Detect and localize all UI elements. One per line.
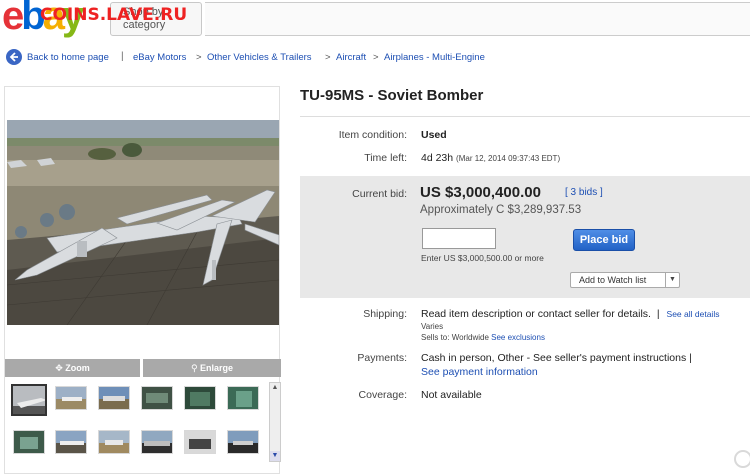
shipping-label: Shipping: bbox=[363, 308, 407, 320]
bid-count-link[interactable]: [ 3 bids ] bbox=[565, 187, 603, 198]
thumbnail[interactable] bbox=[13, 430, 45, 454]
thumbnail[interactable] bbox=[98, 430, 130, 454]
see-payment-information-link[interactable]: See payment information bbox=[421, 366, 538, 378]
thumbnail[interactable] bbox=[227, 430, 259, 454]
minimum-bid-note: Enter US $3,000,500.00 or more bbox=[421, 253, 544, 263]
bid-box: Current bid: US $3,000,400.00 [ 3 bids ]… bbox=[300, 176, 750, 298]
thumbnail-strip: ▲ ▼ bbox=[5, 380, 281, 474]
search-bar[interactable] bbox=[205, 2, 750, 36]
condition-label: Item condition: bbox=[338, 129, 407, 141]
payments-value: Cash in person, Other - See seller's pay… bbox=[421, 352, 692, 364]
zoom-icon: ✥ bbox=[55, 363, 63, 373]
time-left-value: 4d 23h (Mar 12, 2014 09:37:43 EDT) bbox=[421, 152, 561, 164]
shipping-value: Read item description or contact seller … bbox=[421, 308, 720, 320]
breadcrumb-arrow: > bbox=[373, 52, 379, 63]
watermark: COINS.LAVE.RU bbox=[40, 5, 188, 25]
shipping-varies: Varies bbox=[421, 322, 444, 331]
loading-spinner-icon bbox=[734, 450, 750, 468]
sells-to: Sells to: Worldwide See exclusions bbox=[421, 333, 545, 342]
thumbnail-scrollbar[interactable]: ▲ ▼ bbox=[269, 382, 281, 462]
chevron-down-icon[interactable]: ▼ bbox=[665, 273, 679, 287]
coverage-label: Coverage: bbox=[358, 389, 407, 401]
payments-label: Payments: bbox=[357, 352, 407, 364]
current-bid-price: US $3,000,400.00 bbox=[420, 184, 541, 201]
breadcrumb-aircraft[interactable]: Aircraft bbox=[336, 52, 366, 63]
breadcrumb-separator: | bbox=[121, 51, 124, 62]
add-to-watch-list-button[interactable]: Add to Watch list ▼ bbox=[570, 272, 680, 288]
place-bid-button[interactable]: Place bid bbox=[573, 229, 635, 251]
thumbnail[interactable] bbox=[98, 386, 130, 410]
breadcrumb-airplanes-multi-engine[interactable]: Airplanes - Multi-Engine bbox=[384, 52, 485, 63]
current-bid-label: Current bid: bbox=[352, 188, 407, 200]
back-arrow-icon[interactable] bbox=[6, 49, 22, 65]
thumbnail[interactable] bbox=[141, 430, 173, 454]
see-exclusions-link[interactable]: See exclusions bbox=[491, 333, 545, 342]
thumbnail[interactable] bbox=[184, 430, 216, 454]
breadcrumb-arrow: > bbox=[325, 52, 331, 63]
coverage-value: Not available bbox=[421, 389, 482, 401]
divider bbox=[300, 116, 750, 117]
breadcrumb-ebay-motors[interactable]: eBay Motors bbox=[133, 52, 186, 63]
see-all-details-link[interactable]: See all details bbox=[667, 309, 720, 319]
breadcrumb-arrow: > bbox=[196, 52, 202, 63]
magnifier-icon: ⚲ bbox=[190, 363, 198, 373]
thumbnail[interactable] bbox=[141, 386, 173, 410]
zoom-button[interactable]: ✥ Zoom bbox=[5, 359, 140, 377]
breadcrumb-other-vehicles[interactable]: Other Vehicles & Trailers bbox=[207, 52, 312, 63]
back-to-home-link[interactable]: Back to home page bbox=[27, 52, 109, 63]
main-item-photo[interactable] bbox=[7, 120, 279, 325]
scroll-down-icon[interactable]: ▼ bbox=[270, 451, 280, 461]
scroll-up-icon[interactable]: ▲ bbox=[270, 383, 280, 393]
thumbnail[interactable] bbox=[227, 386, 259, 410]
bid-amount-input[interactable] bbox=[422, 228, 496, 249]
header: ebay Shop by category COINS.LAVE.RU bbox=[0, 0, 750, 40]
breadcrumb: Back to home page | eBay Motors > Other … bbox=[0, 46, 750, 68]
image-gallery: ✥ Zoom ⚲ Enlarge ▲ ▼ bbox=[4, 86, 281, 474]
zoom-toolbar: ✥ Zoom ⚲ Enlarge bbox=[5, 359, 281, 377]
thumbnail[interactable] bbox=[55, 386, 87, 410]
thumbnail[interactable] bbox=[184, 386, 216, 410]
thumbnail[interactable] bbox=[55, 430, 87, 454]
time-left-label: Time left: bbox=[364, 152, 407, 164]
condition-value: Used bbox=[421, 129, 447, 141]
thumbnail[interactable] bbox=[11, 384, 47, 416]
enlarge-button[interactable]: ⚲ Enlarge bbox=[143, 359, 281, 377]
item-title: TU-95MS - Soviet Bomber bbox=[300, 87, 484, 104]
approximate-price: Approximately C $3,289,937.53 bbox=[420, 204, 582, 216]
